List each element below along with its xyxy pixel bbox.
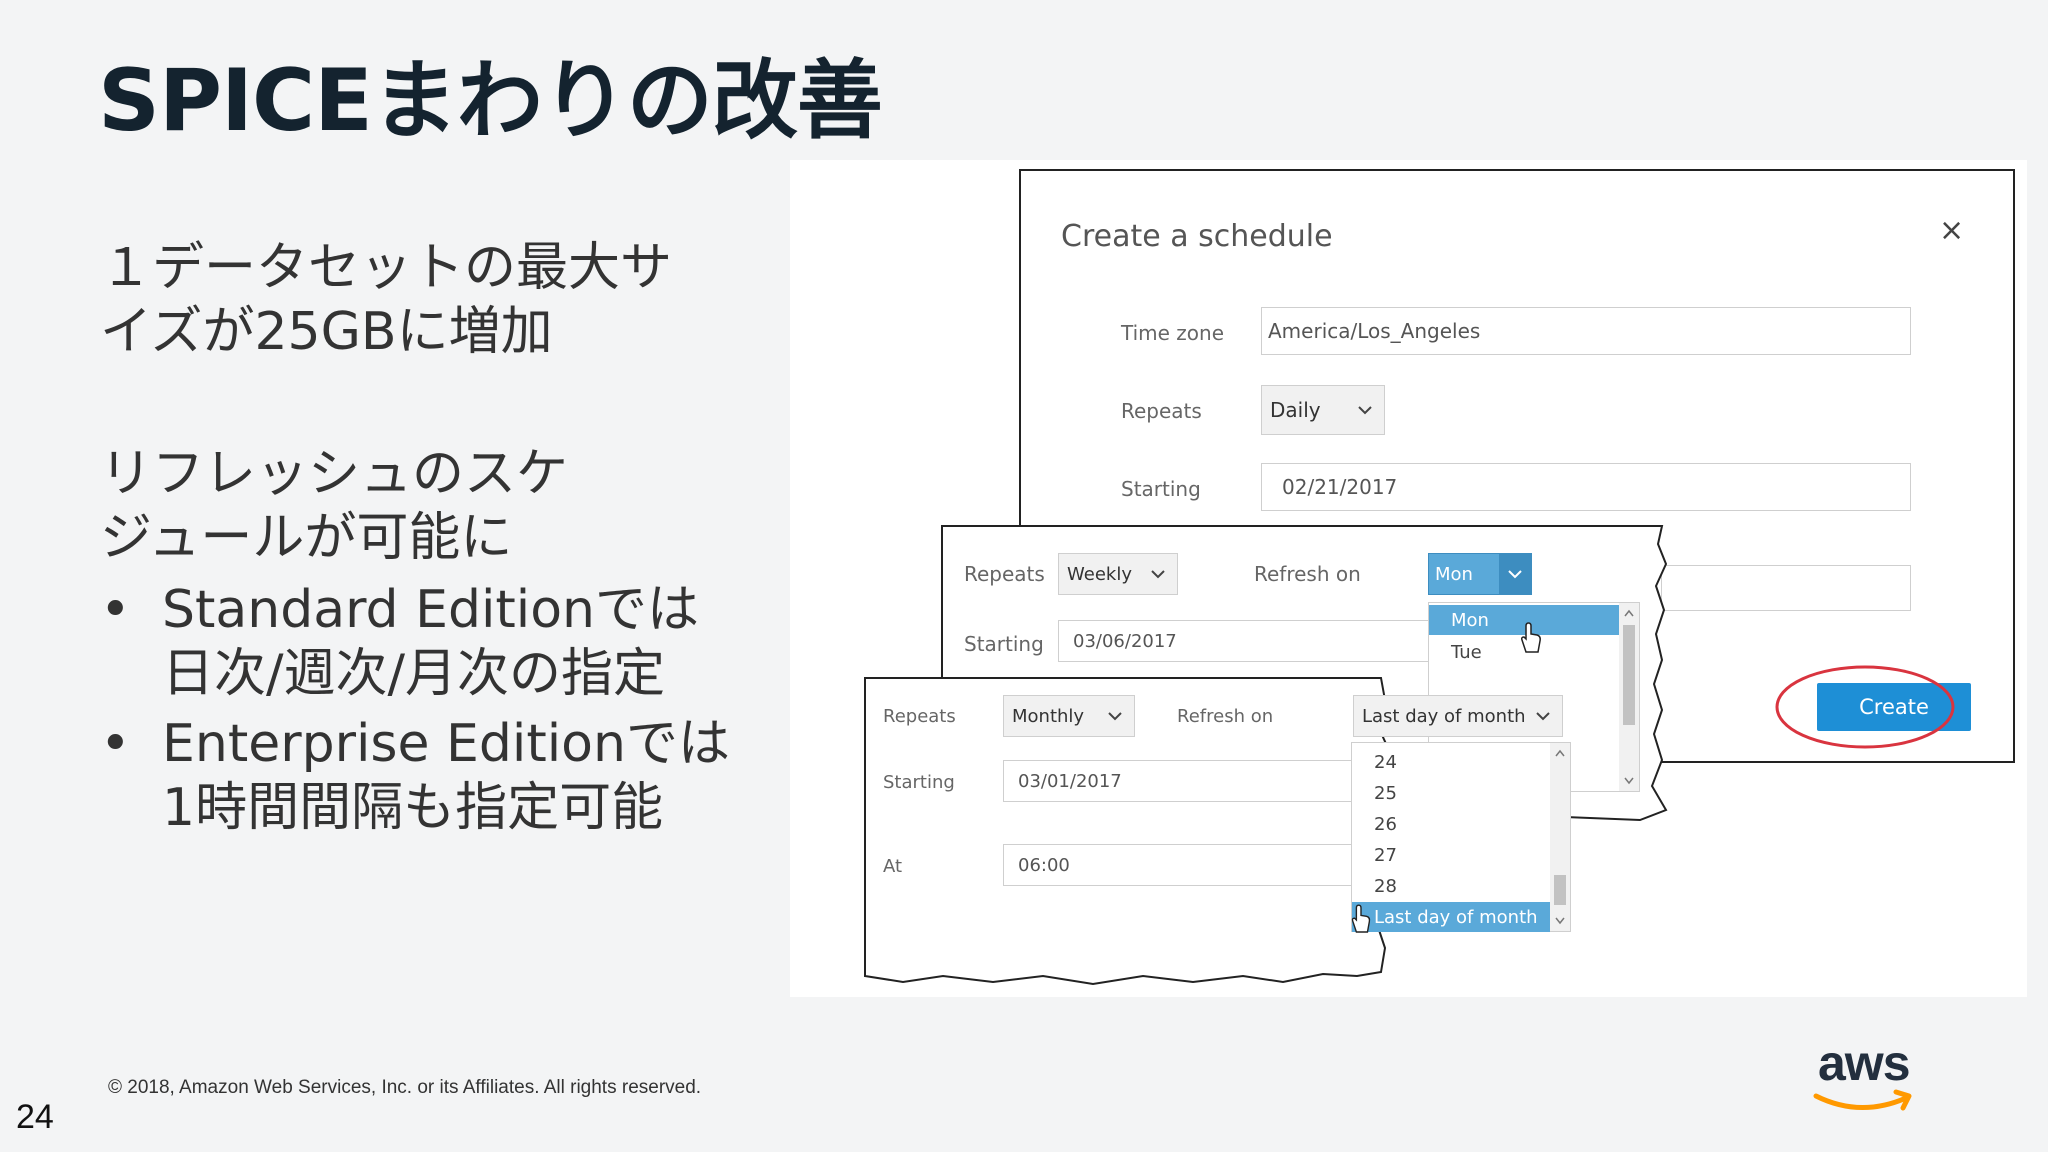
scroll-down-icon[interactable] bbox=[1555, 917, 1565, 925]
time-zone-input[interactable]: America/Los_Angeles bbox=[1261, 307, 1911, 355]
monthly-refresh-on-select[interactable]: Last day of month bbox=[1353, 695, 1563, 737]
chevron-down-icon bbox=[1536, 712, 1550, 721]
aws-logo: aws bbox=[1810, 1035, 1920, 1120]
monthly-starting-label: Starting bbox=[883, 772, 955, 793]
repeats-select[interactable]: Daily bbox=[1261, 385, 1385, 435]
point-refresh-schedule-line1: リフレッシュのスケ bbox=[100, 444, 569, 504]
repeats-label: Repeats bbox=[1121, 399, 1202, 423]
monthly-dropdown-scrollbar[interactable] bbox=[1550, 743, 1570, 931]
scroll-down-icon[interactable] bbox=[1624, 777, 1634, 785]
point-spice-size-line1: １データセットの最大サ bbox=[100, 238, 673, 298]
monthly-at-label: At bbox=[883, 856, 903, 877]
weekly-starting-input[interactable]: 03/06/2017 bbox=[1058, 620, 1438, 662]
dialog-title: Create a schedule bbox=[1061, 219, 1333, 254]
weekly-refresh-on-value: Mon bbox=[1435, 563, 1473, 585]
copyright-footer: © 2018, Amazon Web Services, Inc. or its… bbox=[108, 1077, 702, 1098]
starting-date-input[interactable]: 02/21/2017 bbox=[1261, 463, 1911, 511]
bullet-standard-line1: Standard Editionでは bbox=[162, 580, 700, 640]
weekly-refresh-on-select[interactable]: Mon bbox=[1428, 553, 1532, 595]
monthly-refresh-on-value: Last day of month bbox=[1362, 705, 1526, 727]
monthly-schedule-panel: Repeats Monthly Refresh on Last day of m… bbox=[863, 676, 1571, 988]
chevron-down-icon bbox=[1499, 554, 1531, 594]
point-spice-size-line2: イズが25GBに増加 bbox=[100, 302, 553, 362]
weekly-repeats-value: Weekly bbox=[1067, 563, 1132, 585]
weekly-repeats-select[interactable]: Weekly bbox=[1058, 553, 1178, 595]
dropdown-option-26[interactable]: 26 bbox=[1352, 809, 1550, 839]
monthly-repeats-label: Repeats bbox=[883, 706, 956, 727]
chevron-down-icon bbox=[1151, 570, 1165, 579]
starting-label: Starting bbox=[1121, 477, 1201, 501]
aws-smile-icon bbox=[1813, 1089, 1912, 1111]
repeats-select-value: Daily bbox=[1270, 398, 1321, 422]
bullet-enterprise-line1: Enterprise Editionでは bbox=[162, 714, 730, 774]
point-refresh-schedule-line2: ジュールが可能に bbox=[100, 508, 513, 568]
hand-cursor-icon bbox=[1521, 622, 1541, 653]
dropdown-option-24[interactable]: 24 bbox=[1352, 747, 1550, 777]
monthly-at-input[interactable]: 06:00 bbox=[1003, 844, 1363, 886]
weekly-dropdown-scrollbar[interactable] bbox=[1619, 603, 1639, 791]
refresh-on-input-behind[interactable] bbox=[1661, 565, 1911, 611]
bullet-enterprise-line2: 1時間間隔も指定可能 bbox=[162, 778, 664, 838]
monthly-repeats-select[interactable]: Monthly bbox=[1003, 695, 1135, 737]
dropdown-option-27[interactable]: 27 bbox=[1352, 840, 1550, 870]
chevron-down-icon bbox=[1108, 712, 1122, 721]
dropdown-option-28[interactable]: 28 bbox=[1352, 871, 1550, 901]
bullet-standard-line2: 日次/週次/月次の指定 bbox=[162, 644, 666, 704]
bullet-dot: • bbox=[100, 714, 131, 774]
dropdown-option-last-day[interactable]: Last day of month bbox=[1352, 902, 1550, 932]
weekly-repeats-label: Repeats bbox=[964, 562, 1045, 586]
page-number: 24 bbox=[16, 1098, 54, 1136]
monthly-starting-input[interactable]: 03/01/2017 bbox=[1003, 760, 1363, 802]
scroll-up-icon[interactable] bbox=[1624, 609, 1634, 617]
slide-title: SPICEまわりの改善 bbox=[98, 51, 883, 151]
chevron-down-icon bbox=[1358, 406, 1372, 415]
monthly-repeats-value: Monthly bbox=[1012, 705, 1085, 727]
monthly-day-dropdown: 24 25 26 27 28 Last day of month bbox=[1351, 742, 1571, 932]
scrollbar-thumb[interactable] bbox=[1554, 875, 1566, 905]
weekly-starting-label: Starting bbox=[964, 632, 1044, 656]
point-spice-size: １データセットの最大サ イズが25GBに増加 bbox=[100, 236, 672, 364]
point-refresh-schedule: リフレッシュのスケ ジュールが可能に bbox=[100, 442, 568, 570]
dropdown-option-25[interactable]: 25 bbox=[1352, 778, 1550, 808]
time-zone-label: Time zone bbox=[1121, 321, 1225, 345]
bullet-dot: • bbox=[100, 580, 131, 640]
scrollbar-thumb[interactable] bbox=[1623, 625, 1635, 725]
screenshot-panel: Create a schedule × Time zone America/Lo… bbox=[790, 160, 2027, 997]
hand-cursor-icon bbox=[1351, 904, 1371, 933]
close-icon[interactable]: × bbox=[1939, 213, 1964, 248]
monthly-refresh-on-label: Refresh on bbox=[1177, 706, 1274, 727]
weekly-refresh-on-label: Refresh on bbox=[1254, 562, 1361, 586]
highlight-circle bbox=[1775, 665, 1955, 749]
scroll-up-icon[interactable] bbox=[1555, 749, 1565, 757]
